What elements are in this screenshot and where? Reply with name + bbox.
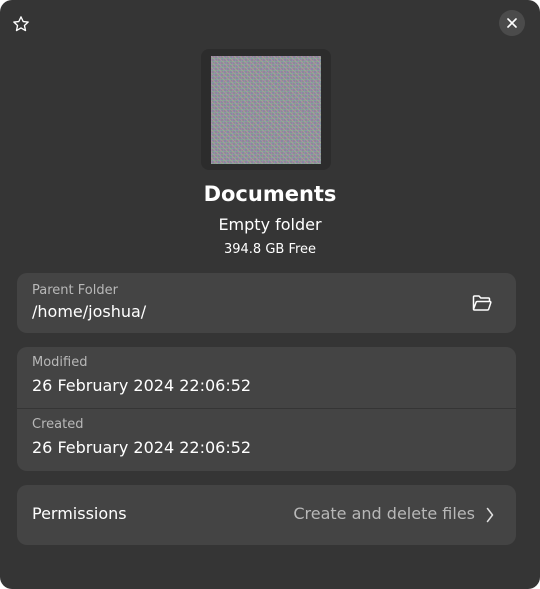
folder-open-icon bbox=[472, 295, 492, 311]
parent-folder-path: /home/joshua/ bbox=[32, 302, 147, 321]
created-label: Created bbox=[32, 417, 84, 432]
star-button[interactable] bbox=[9, 12, 33, 36]
parent-folder-label: Parent Folder bbox=[32, 283, 118, 298]
modified-value: 26 February 2024 22:06:52 bbox=[32, 376, 252, 395]
folder-thumbnail bbox=[211, 55, 321, 164]
dates-divider bbox=[17, 408, 516, 409]
permissions-label: Permissions bbox=[32, 504, 127, 523]
folder-description: Empty folder bbox=[218, 215, 322, 234]
free-space: 394.8 GB Free bbox=[223, 242, 317, 257]
open-parent-folder-button[interactable] bbox=[469, 290, 495, 316]
parent-folder-row: Parent Folder /home/joshua/ bbox=[17, 273, 516, 333]
star-outline-icon bbox=[13, 16, 29, 32]
folder-thumbnail-frame bbox=[201, 49, 331, 170]
close-icon bbox=[507, 18, 517, 28]
created-value: 26 February 2024 22:06:52 bbox=[32, 438, 252, 457]
close-button[interactable] bbox=[499, 10, 525, 36]
chevron-right-icon bbox=[483, 504, 497, 526]
folder-name: Documents bbox=[203, 182, 337, 206]
permissions-row[interactable]: Permissions Create and delete files bbox=[17, 485, 516, 545]
properties-window: Documents Empty folder 394.8 GB Free Par… bbox=[0, 0, 540, 589]
dates-group: Modified 26 February 2024 22:06:52 Creat… bbox=[17, 347, 516, 471]
modified-label: Modified bbox=[32, 355, 88, 370]
permissions-value: Create and delete files bbox=[293, 504, 475, 523]
